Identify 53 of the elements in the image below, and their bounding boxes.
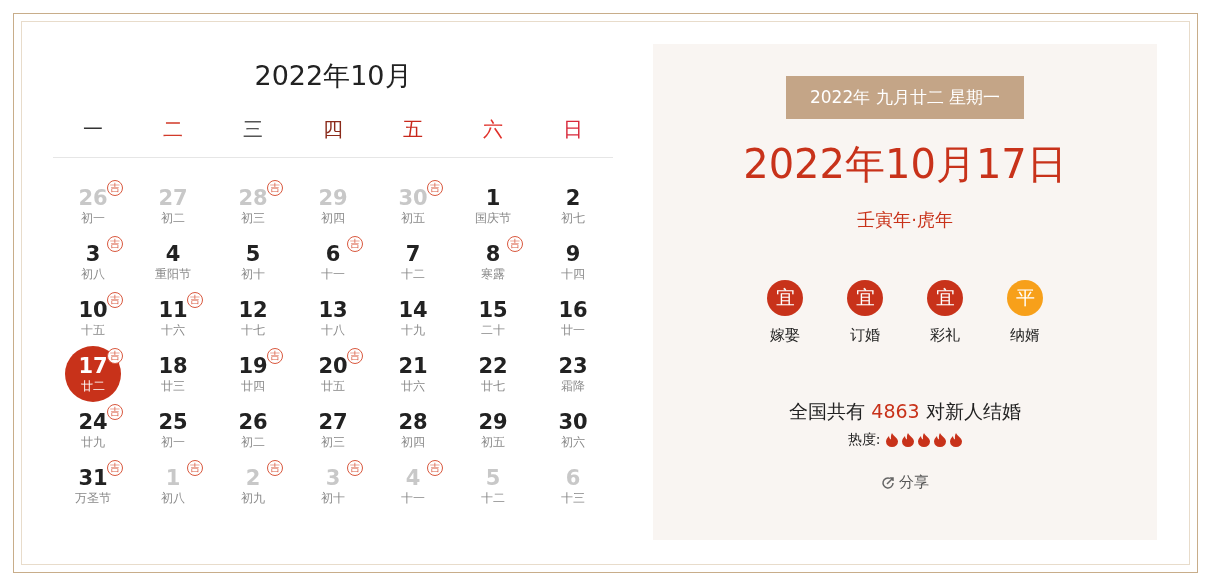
rating-badge: 宜 <box>767 280 803 316</box>
activity-label: 纳婿 <box>1010 326 1040 345</box>
flame-icon <box>918 433 931 447</box>
calendar-day[interactable]: 12 十七 <box>225 290 281 346</box>
calendar-day[interactable]: 27 初三 <box>305 402 361 458</box>
calendar-day[interactable]: 2 初七 <box>545 178 601 234</box>
calendar-day[interactable]: 13 十八 <box>305 290 361 346</box>
selected-date: 2022年10月17日 <box>743 140 1067 189</box>
calendar-day[interactable]: 7 十二 <box>385 234 441 290</box>
weekday-label: 二 <box>162 116 184 143</box>
share-button[interactable]: 分享 <box>881 473 929 492</box>
calendar-day[interactable]: 8 吉 寒露 <box>465 234 521 290</box>
activity-label: 订婚 <box>850 326 880 345</box>
activity-label: 彩礼 <box>930 326 960 345</box>
flame-icon <box>934 433 947 447</box>
calendar-day[interactable]: 4 重阳节 <box>145 234 201 290</box>
weekday-label: 一 <box>82 116 104 143</box>
weekday-label: 四 <box>322 116 344 143</box>
rating-badge: 平 <box>1007 280 1043 316</box>
calendar-day[interactable]: 23 霜降 <box>545 346 601 402</box>
calendar-day[interactable]: 26 初二 <box>225 402 281 458</box>
calendar-day[interactable]: 28 初四 <box>385 402 441 458</box>
weekday-label: 六 <box>482 116 504 143</box>
calendar-day[interactable]: 5 初十 <box>225 234 281 290</box>
calendar-day[interactable]: 9 十四 <box>545 234 601 290</box>
calendar-day[interactable]: 21 廿六 <box>385 346 441 402</box>
calendar-day[interactable]: 3 吉 初八 <box>65 234 121 290</box>
flame-icon <box>950 433 963 447</box>
weekday-label: 三 <box>242 116 264 143</box>
rating-badge: 宜 <box>927 280 963 316</box>
activity-label: 嫁娶 <box>770 326 800 345</box>
weekday-label: 五 <box>402 116 424 143</box>
calendar-day[interactable]: 14 十九 <box>385 290 441 346</box>
month-title: 2022年10月 <box>253 59 413 93</box>
calendar-day[interactable]: 22 廿七 <box>465 346 521 402</box>
calendar-day[interactable]: 30 初六 <box>545 402 601 458</box>
heat-label: 热度: <box>847 431 881 449</box>
calendar-day[interactable]: 29 初五 <box>465 402 521 458</box>
flame-icon <box>886 433 899 447</box>
flame-icon <box>902 433 915 447</box>
lunar-date: 2022年 九月廿二 星期一 <box>785 76 1025 119</box>
wedding-count-text: 全国共有 4863 对新人结婚 <box>789 399 1021 424</box>
calendar-day[interactable]: 18 廿三 <box>145 346 201 402</box>
share-icon <box>881 475 895 490</box>
rating-badge: 宜 <box>847 280 883 316</box>
zodiac-year: 壬寅年·虎年 <box>857 208 953 232</box>
calendar-day[interactable]: 1 国庆节 <box>465 178 521 234</box>
calendar-day[interactable]: 16 廿一 <box>545 290 601 346</box>
lucky-badge: 吉 <box>107 348 123 364</box>
calendar-day[interactable]: 6 吉 十一 <box>305 234 361 290</box>
calendar-day[interactable]: 25 初一 <box>145 402 201 458</box>
weekday-label: 日 <box>562 116 584 143</box>
calendar-day[interactable]: 15 二十 <box>465 290 521 346</box>
